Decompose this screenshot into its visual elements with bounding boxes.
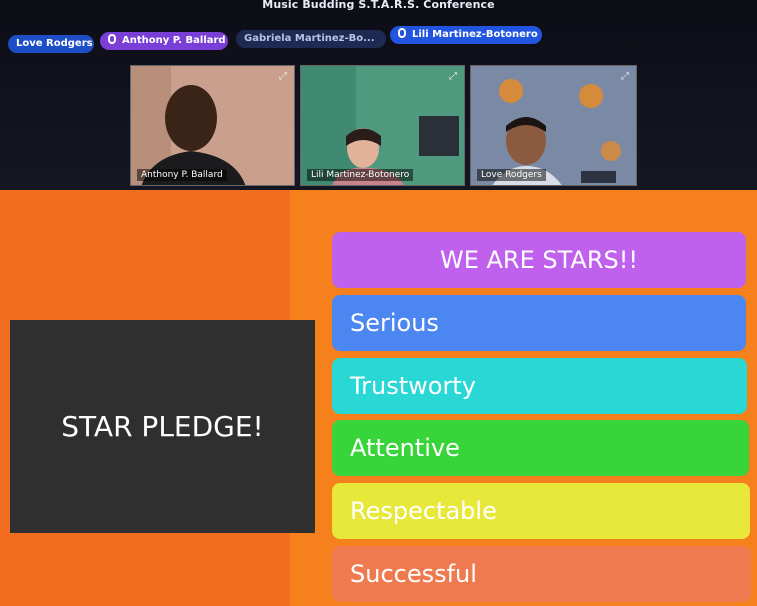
video-tile-lili[interactable]: ⤢ Lili Martinez-Botonero bbox=[300, 65, 465, 186]
participant-pill-lili[interactable]: Lili Martinez-Botonero bbox=[390, 26, 542, 44]
participant-name: Lili Martinez-Botonero bbox=[412, 29, 538, 40]
expand-icon[interactable]: ⤢ bbox=[619, 71, 631, 83]
conference-header: Music Budding S.T.A.R.S. Conference Love… bbox=[0, 0, 757, 200]
stars-header-bar: WE ARE STARS!! bbox=[332, 232, 746, 288]
stars-item-successful: Successful bbox=[332, 546, 751, 602]
stars-item-serious: Serious bbox=[332, 295, 746, 351]
participant-video bbox=[131, 66, 294, 185]
star-pledge-box: STAR PLEDGE! bbox=[10, 320, 315, 533]
stars-item-attentive: Attentive bbox=[332, 420, 749, 476]
participant-name: Gabriela Martinez-Bo... bbox=[244, 33, 375, 44]
window-title: Music Budding S.T.A.R.S. Conference bbox=[262, 0, 495, 11]
participant-video bbox=[301, 66, 464, 185]
shared-slide: STAR PLEDGE! WE ARE STARS!! Serious Trus… bbox=[0, 190, 757, 606]
participant-pill-love-rodgers[interactable]: Love Rodgers bbox=[8, 35, 94, 53]
expand-icon[interactable]: ⤢ bbox=[277, 71, 289, 83]
microphone-icon bbox=[108, 34, 116, 44]
participant-pill-anthony-ballard[interactable]: Anthony P. Ballard bbox=[100, 32, 228, 50]
stars-item-respectable: Respectable bbox=[332, 483, 750, 539]
video-tile-love[interactable]: ⤢ Love Rodgers bbox=[470, 65, 637, 186]
tile-name: Love Rodgers bbox=[477, 169, 546, 181]
participant-video bbox=[471, 66, 636, 185]
tile-name: Anthony P. Ballard bbox=[137, 169, 227, 181]
microphone-icon bbox=[398, 28, 406, 38]
participant-name: Love Rodgers bbox=[16, 38, 93, 49]
video-tile-anthony[interactable]: ⤢ Anthony P. Ballard bbox=[130, 65, 295, 186]
tile-name: Lili Martinez-Botonero bbox=[307, 169, 414, 181]
expand-icon[interactable]: ⤢ bbox=[447, 71, 459, 83]
participant-name: Anthony P. Ballard bbox=[122, 35, 226, 46]
participant-pill-gabriela[interactable]: Gabriela Martinez-Bo... bbox=[236, 30, 386, 48]
stars-item-trustworty: Trustworty bbox=[332, 358, 747, 414]
